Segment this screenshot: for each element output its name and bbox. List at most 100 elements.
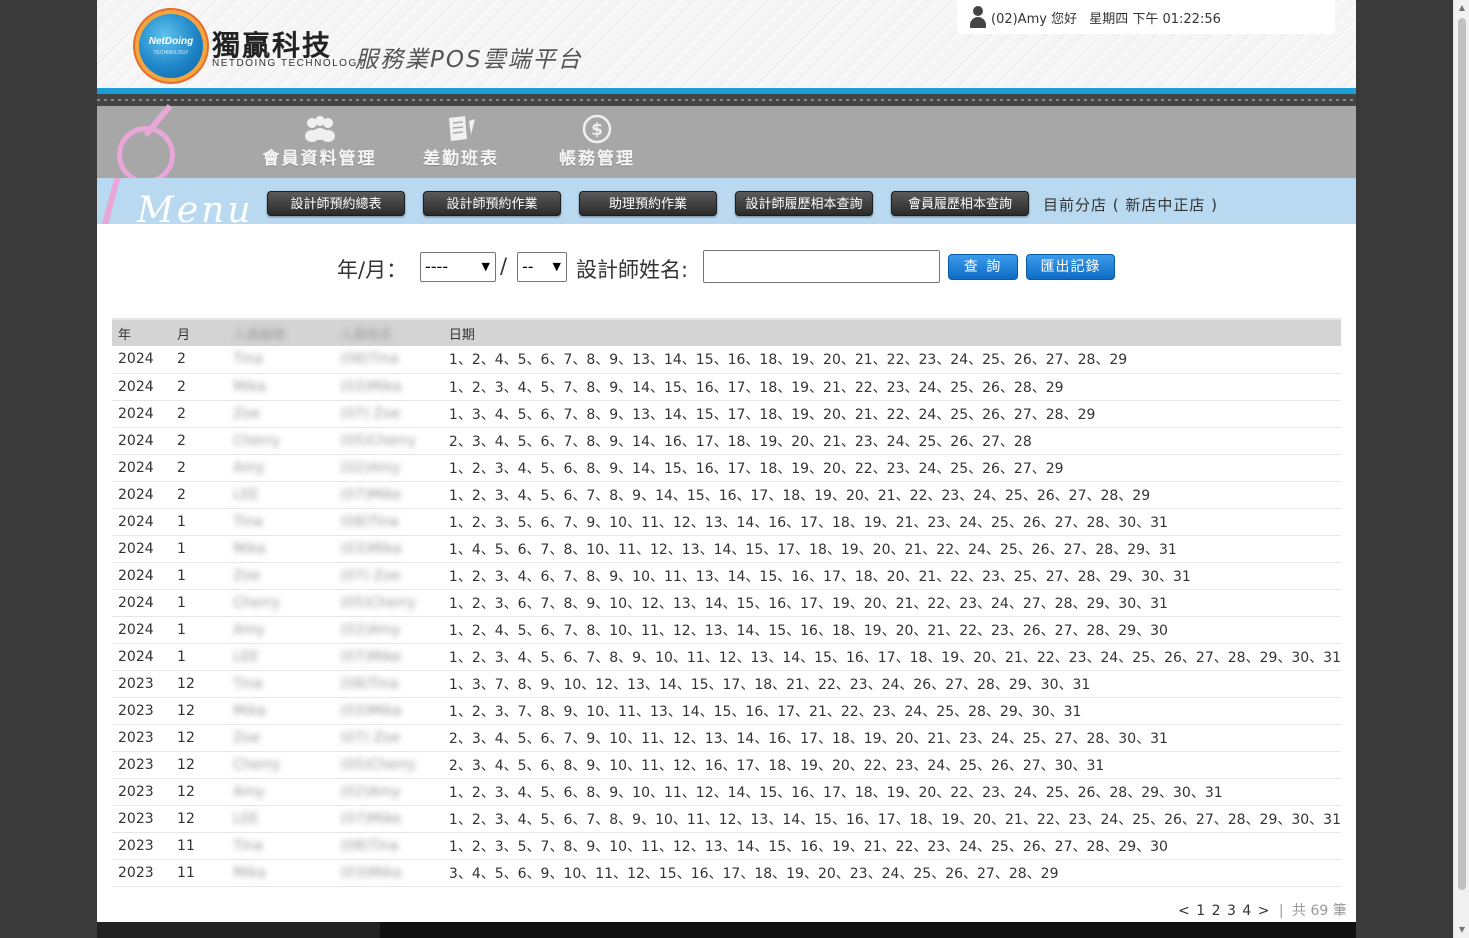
user-icon (969, 6, 987, 28)
cell-month: 1 (171, 616, 228, 644)
year-month-separator: / (500, 254, 508, 278)
cell-dates: 1、2、4、5、6、7、8、9、13、14、15、16、18、19、20、21、… (442, 346, 1341, 374)
nav-item-attendance[interactable]: 差勤班表 (419, 114, 503, 174)
cell-year: 2023 (112, 724, 172, 752)
logo-text: NetDoing (148, 36, 194, 47)
table-row: 2023 12 Mika (03)Mika 1、2、3、7、8、9、10、11、13、1… (112, 697, 1341, 725)
cell-year: 2024 (112, 562, 172, 590)
table-row: 2023 12 Cherry (05)Cherry 2、3、4、5、6、8、9、10、1… (112, 751, 1341, 779)
dollar-icon: $ (582, 114, 612, 144)
cell-month: 12 (171, 697, 228, 725)
table-row: 2024 1 LEE (07)Mike 1、2、3、4、5、6、7、8、9、10、11、… (112, 643, 1341, 671)
schedule-table: 年 月 人員編號 人員姓名 日期 2024 2 Tina (08)Tina 1、2、4、… (112, 318, 1341, 887)
designer-booking-overview-button[interactable]: 設計師預約總表 (267, 191, 405, 216)
cell-month: 12 (171, 670, 228, 698)
cell-staff-name: (07) Zoe (334, 724, 443, 752)
page-link[interactable]: 3 (1227, 903, 1236, 919)
cell-dates: 2、3、4、5、6、7、8、9、14、16、17、18、19、20、21、23、… (442, 427, 1341, 455)
cell-year: 2024 (112, 346, 172, 374)
column-header-staff-name: 人員姓名 (334, 318, 443, 346)
cell-dates: 1、2、3、4、5、6、8、9、14、15、16、17、18、19、20、22、… (442, 454, 1341, 482)
platform-title: 服務業POS雲端平台 (355, 47, 583, 73)
month-select-value: -- (522, 257, 534, 276)
pagination: < 1 2 3 4 > | 共 69 筆 (1177, 900, 1347, 920)
cell-month: 12 (171, 751, 228, 779)
cell-staff-name: (07)Mike (334, 643, 443, 671)
column-header-month: 月 (171, 318, 228, 346)
next-page-link[interactable]: > (1258, 903, 1270, 919)
cell-year: 2024 (112, 481, 172, 509)
page-link[interactable]: 4 (1242, 903, 1251, 919)
table-row: 2023 12 Amy (02)Amy 1、2、3、4、5、6、8、9、10、11、12… (112, 778, 1341, 806)
prev-page-link[interactable]: < (1178, 903, 1190, 919)
cell-staff-id: LEE (227, 643, 335, 671)
cell-month: 1 (171, 643, 228, 671)
vertical-scrollbar[interactable]: ▲ ▼ (1453, 0, 1469, 938)
month-select[interactable]: -- ▼ (517, 252, 567, 282)
cell-dates: 3、4、5、6、9、10、11、12、15、16、17、18、19、20、23、… (442, 859, 1341, 887)
cell-year: 2023 (112, 805, 172, 833)
cell-dates: 2、3、4、5、6、8、9、10、11、12、16、17、18、19、20、22… (442, 751, 1341, 779)
cell-month: 12 (171, 805, 228, 833)
scrollbar-thumb[interactable] (1458, 18, 1466, 890)
nav-item-accounting[interactable]: $ 帳務管理 (555, 114, 639, 174)
page-link[interactable]: 2 (1212, 903, 1221, 919)
designer-name-label: 設計師姓名: (576, 258, 689, 282)
cell-month: 2 (171, 373, 228, 401)
table-row: 2024 2 Amy (02)Amy 1、2、3、4、5、6、8、9、14、15、16、… (112, 454, 1341, 482)
cell-year: 2024 (112, 373, 172, 401)
search-button[interactable]: 查 詢 (948, 254, 1018, 280)
scroll-down-icon[interactable]: ▼ (1454, 922, 1469, 938)
cell-staff-id: Cherry (227, 751, 335, 779)
cell-month: 2 (171, 481, 228, 509)
cell-staff-id: Mika (227, 697, 335, 725)
year-select[interactable]: ---- ▼ (420, 252, 496, 282)
cell-month: 12 (171, 778, 228, 806)
query-form: 年/月： ---- ▼ / -- ▼ 設計師姓名: 查 詢 匯出記錄 (97, 250, 1356, 284)
cell-staff-name: (03)Mika (334, 373, 443, 401)
cell-staff-name: (02)Amy (334, 778, 443, 806)
cell-staff-id: Amy (227, 454, 335, 482)
page-link[interactable]: 1 (1196, 903, 1205, 919)
cell-staff-id: Cherry (227, 427, 335, 455)
cell-staff-name: (05)Cherry (334, 751, 443, 779)
designer-booking-button[interactable]: 設計師預約作業 (423, 191, 561, 216)
export-button[interactable]: 匯出記錄 (1026, 254, 1115, 280)
cell-staff-name: (07)Mike (334, 805, 443, 833)
designer-history-album-button[interactable]: 設計師履歷相本查詢 (735, 191, 873, 216)
cell-staff-name: (07) Zoe (334, 562, 443, 590)
cell-month: 1 (171, 535, 228, 563)
chevron-down-icon: ▼ (552, 260, 561, 273)
cell-month: 11 (171, 832, 228, 860)
cell-dates: 2、3、4、5、6、7、9、10、11、12、13、14、16、17、18、19… (442, 724, 1341, 752)
designer-name-input[interactable] (703, 250, 940, 283)
cell-year: 2023 (112, 751, 172, 779)
cell-staff-name: (03)Mika (334, 535, 443, 563)
current-datetime: 星期四 下午 01:22:56 (1089, 12, 1221, 27)
total-count: 共 69 筆 (1292, 903, 1347, 919)
cell-dates: 1、2、3、4、5、6、7、8、9、14、15、16、17、18、19、20、2… (442, 481, 1341, 509)
cell-staff-id: Amy (227, 616, 335, 644)
cell-staff-name: (08)Tina (334, 670, 443, 698)
footer-bar (97, 922, 1356, 938)
table-row: 2024 2 LEE (07)Mike 1、2、3、4、5、6、7、8、9、14、15、… (112, 481, 1341, 509)
table-row: 2023 11 Mika (03)Mika 3、4、5、6、9、10、11、12、15、… (112, 859, 1341, 887)
nav-label-members: 會員資料管理 (262, 149, 377, 169)
table-row: 2024 2 Tina (08)Tina 1、2、4、5、6、7、8、9、13、14、1… (112, 346, 1341, 374)
cell-staff-name: (02)Amy (334, 616, 443, 644)
cell-dates: 1、2、3、7、8、9、10、11、13、14、15、16、17、21、22、2… (442, 697, 1341, 725)
member-history-album-button[interactable]: 會員履歷相本查詢 (891, 191, 1029, 216)
cell-staff-id: LEE (227, 805, 335, 833)
nav-item-members[interactable]: 會員資料管理 (257, 114, 382, 174)
cell-staff-name: (03)Mika (334, 859, 443, 887)
cell-staff-id: Zoe (227, 562, 335, 590)
table-row: 2023 12 Tina (08)Tina 1、3、7、8、9、10、12、13、14、… (112, 670, 1341, 698)
assistant-booking-button[interactable]: 助理預約作業 (579, 191, 717, 216)
table-row: 2024 2 Zoe (07) Zoe 1、3、4、5、6、7、8、9、13、14、15… (112, 400, 1341, 428)
cell-year: 2023 (112, 859, 172, 887)
cell-dates: 1、2、3、4、6、7、8、9、10、11、13、14、15、16、17、18、… (442, 562, 1341, 590)
scroll-up-icon[interactable]: ▲ (1454, 0, 1469, 16)
brand-english: NETDOING TECHNOLOGY (212, 58, 366, 69)
cell-staff-id: Tina (227, 670, 335, 698)
logo[interactable]: NetDoing TECHNOLOGY (139, 14, 203, 78)
